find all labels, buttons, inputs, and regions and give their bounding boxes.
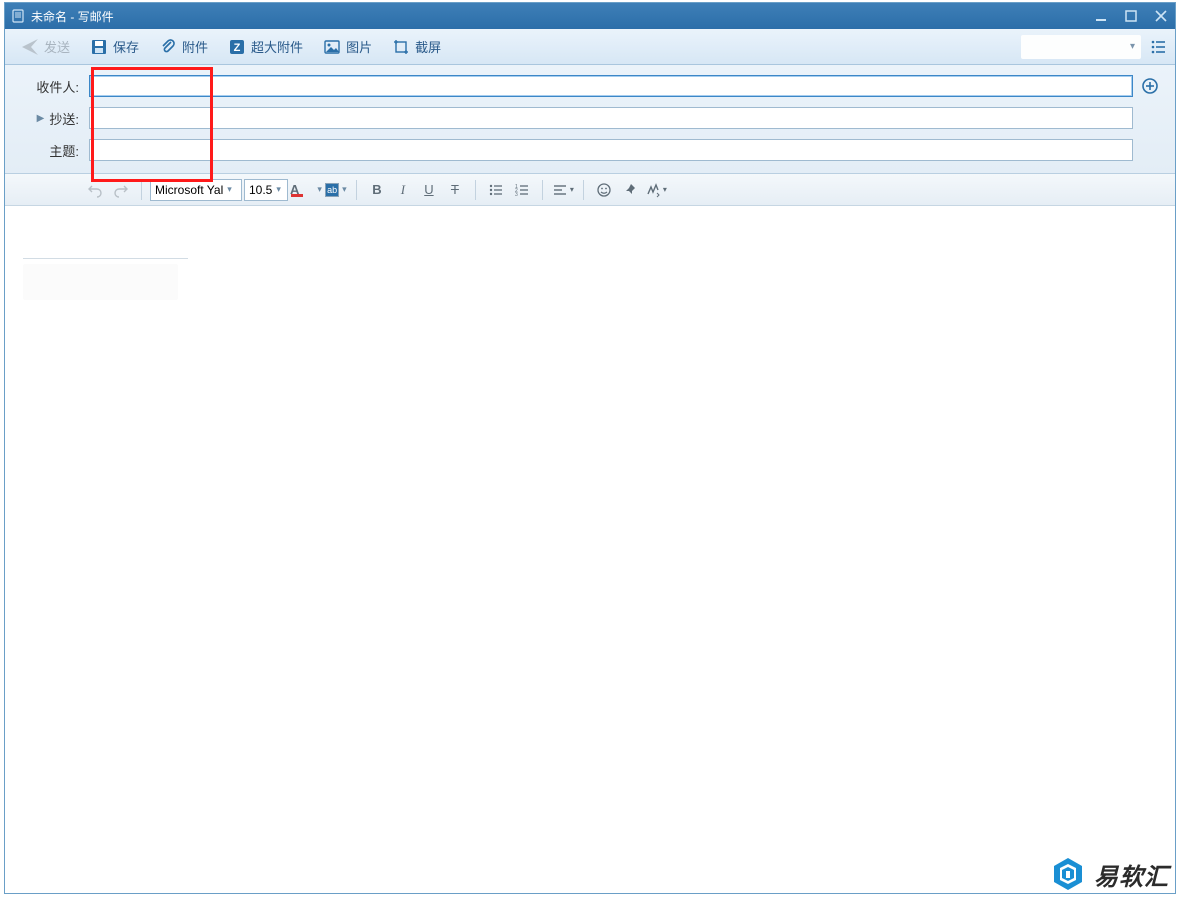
signature-divider bbox=[23, 258, 188, 259]
cc-row: ▶ 抄送: bbox=[19, 107, 1161, 129]
window-title: 未命名 - 写邮件 bbox=[31, 8, 114, 25]
cc-input[interactable] bbox=[89, 107, 1133, 129]
attach-icon bbox=[159, 38, 177, 56]
minimize-button[interactable] bbox=[1093, 8, 1109, 24]
ordered-list-button[interactable]: 123 bbox=[510, 178, 534, 202]
undo-button[interactable] bbox=[83, 178, 107, 202]
strikethrough-button[interactable]: T bbox=[443, 178, 467, 202]
save-button[interactable]: 保存 bbox=[82, 33, 147, 60]
big-attach-label: 超大附件 bbox=[251, 37, 303, 56]
attach-button[interactable]: 附件 bbox=[151, 33, 216, 60]
subject-row: 主题: bbox=[19, 139, 1161, 161]
chevron-down-icon: ▾ bbox=[1130, 41, 1135, 52]
align-button[interactable]: ▾ bbox=[551, 178, 575, 202]
cc-label: ▶ 抄送: bbox=[19, 109, 79, 128]
watermark-icon bbox=[1050, 856, 1086, 892]
save-icon bbox=[90, 38, 108, 56]
image-icon bbox=[323, 38, 341, 56]
emoji-button[interactable] bbox=[592, 178, 616, 202]
subject-label: 主题: bbox=[19, 141, 79, 160]
toolbar-right: ▾ bbox=[1021, 35, 1167, 59]
underline-button[interactable]: U bbox=[417, 178, 441, 202]
recipient-input[interactable] bbox=[89, 75, 1133, 97]
font-family-value: Microsoft Yal bbox=[155, 183, 223, 197]
chevron-down-icon: ▾ bbox=[276, 184, 281, 195]
titlebar: 未命名 - 写邮件 bbox=[5, 3, 1175, 29]
signature-placeholder bbox=[23, 264, 178, 300]
highlight-color-button[interactable]: ab ▾ bbox=[324, 178, 348, 202]
format-more-button[interactable]: ▾ bbox=[644, 178, 668, 202]
subject-input[interactable] bbox=[89, 139, 1133, 161]
watermark-text: 易软汇 bbox=[1094, 857, 1169, 892]
image-button[interactable]: 图片 bbox=[315, 33, 380, 60]
chevron-down-icon: ▾ bbox=[227, 184, 232, 195]
big-attach-button[interactable]: Z 超大附件 bbox=[220, 33, 311, 60]
add-recipient-button[interactable] bbox=[1139, 75, 1161, 97]
save-label: 保存 bbox=[113, 37, 139, 56]
close-button[interactable] bbox=[1153, 8, 1169, 24]
font-color-button[interactable]: A ▾ bbox=[290, 178, 322, 202]
screenshot-icon bbox=[392, 38, 410, 56]
main-toolbar: 发送 保存 附件 Z 超大附件 图片 bbox=[5, 29, 1175, 65]
compose-window: 未命名 - 写邮件 发送 保存 bbox=[4, 2, 1176, 894]
header-fields: 收件人: ▶ 抄送: 主题: bbox=[5, 65, 1175, 174]
font-family-select[interactable]: Microsoft Yal ▾ bbox=[150, 179, 242, 201]
list-menu-button[interactable] bbox=[1149, 38, 1167, 56]
italic-button[interactable]: I bbox=[391, 178, 415, 202]
expand-cc-icon[interactable]: ▶ bbox=[37, 113, 45, 124]
account-selector[interactable]: ▾ bbox=[1021, 35, 1141, 59]
send-icon bbox=[21, 38, 39, 56]
svg-text:3: 3 bbox=[515, 192, 518, 198]
big-attach-icon: Z bbox=[228, 38, 246, 56]
screenshot-button[interactable]: 截屏 bbox=[384, 33, 449, 60]
redo-button[interactable] bbox=[109, 178, 133, 202]
svg-text:Z: Z bbox=[234, 42, 241, 54]
font-size-value: 10.5 bbox=[249, 183, 272, 197]
maximize-button[interactable] bbox=[1123, 8, 1139, 24]
app-icon bbox=[11, 9, 25, 23]
editor-toolbar: Microsoft Yal ▾ 10.5 ▾ A ▾ ab ▾ B I U T bbox=[5, 174, 1175, 206]
pin-button[interactable] bbox=[618, 178, 642, 202]
window-controls bbox=[1093, 8, 1169, 24]
recipient-label: 收件人: bbox=[19, 77, 79, 96]
send-button[interactable]: 发送 bbox=[13, 33, 78, 60]
screenshot-label: 截屏 bbox=[415, 37, 441, 56]
editor-body[interactable] bbox=[5, 206, 1175, 893]
unordered-list-button[interactable] bbox=[484, 178, 508, 202]
send-label: 发送 bbox=[44, 37, 70, 56]
watermark: 易软汇 bbox=[1050, 856, 1169, 892]
recipient-row: 收件人: bbox=[19, 75, 1161, 97]
bold-button[interactable]: B bbox=[365, 178, 389, 202]
font-size-select[interactable]: 10.5 ▾ bbox=[244, 179, 288, 201]
attach-label: 附件 bbox=[182, 37, 208, 56]
image-label: 图片 bbox=[346, 37, 372, 56]
